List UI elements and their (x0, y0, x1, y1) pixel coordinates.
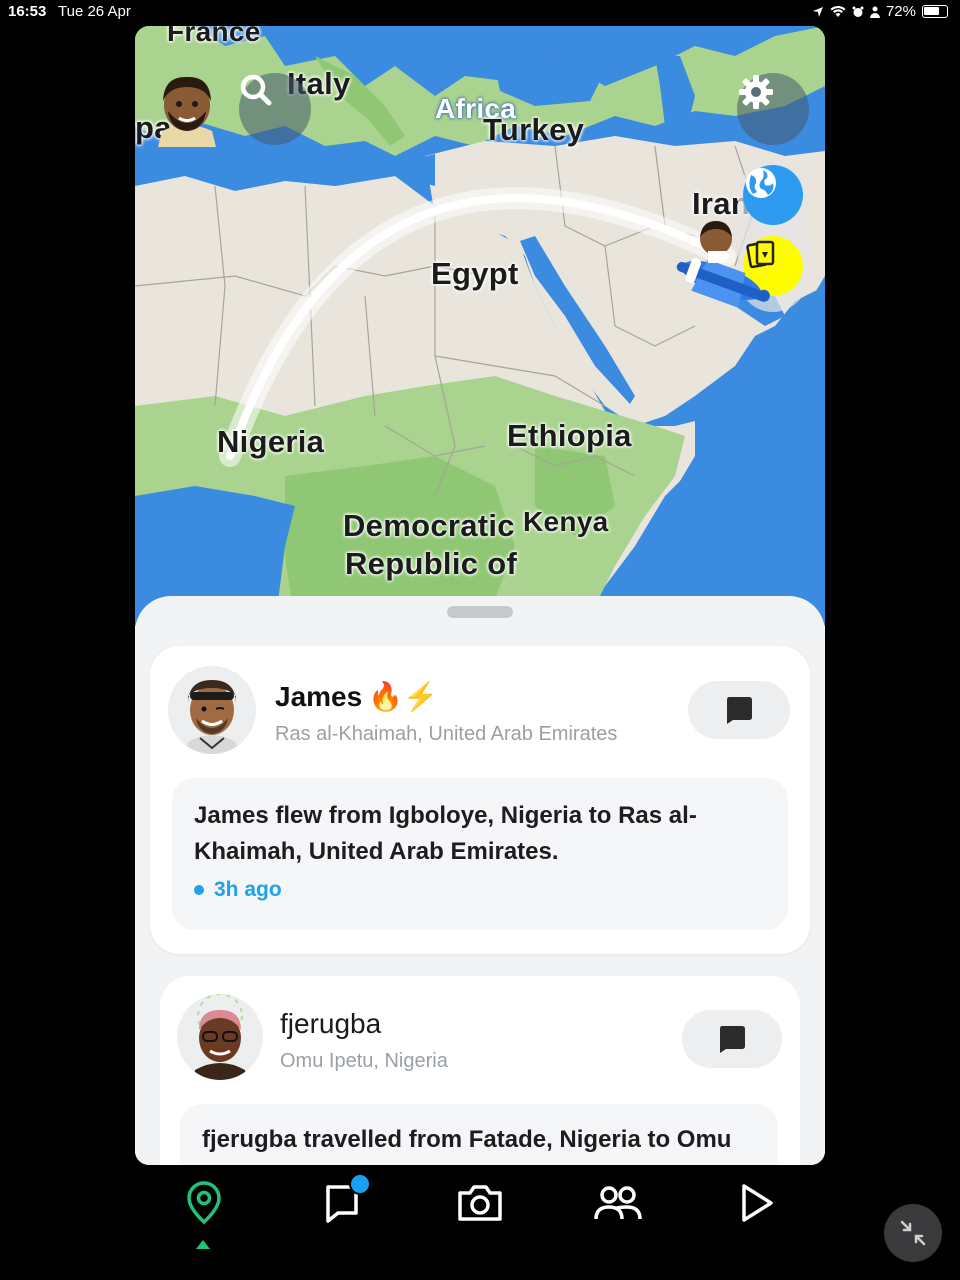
status-icons: 72% (812, 3, 948, 20)
friend-avatar[interactable] (168, 666, 256, 754)
nav-camera[interactable] (450, 1175, 510, 1231)
search-icon (240, 74, 272, 106)
map-view[interactable]: France Italy pai Africa Turkey Iran Egyp… (135, 26, 825, 626)
location-arrow-icon (812, 6, 823, 17)
collapse-arrows-icon (900, 1220, 926, 1246)
person-icon (869, 6, 880, 18)
status-time: 16:53 (8, 3, 47, 20)
friend-location: Omu Ipetu, Nigeria (280, 1050, 448, 1072)
friend-location: Ras al-Khaimah, United Arab Emirates (275, 723, 618, 745)
friend-emoji: 🔥⚡ (368, 681, 438, 712)
friend-avatar[interactable] (177, 994, 263, 1080)
chat-button[interactable] (682, 1010, 782, 1068)
time-ago: 3h ago (214, 878, 282, 901)
screen: 16:53 Tue 26 Apr 72% France Italy pai Af… (0, 0, 960, 1280)
friend-name: fjerugba (280, 1008, 382, 1039)
globe-icon (746, 168, 776, 198)
travel-story[interactable]: James flew from Igboloye, Nigeria to Ras… (172, 778, 788, 930)
map-label-nigeria: Nigeria (217, 424, 325, 459)
friend-name: James 🔥⚡ (275, 680, 438, 713)
friend-card[interactable]: James 🔥⚡ Ras al-Khaimah, United Arab Emir… (150, 646, 810, 954)
nav-friends[interactable] (588, 1175, 648, 1231)
gear-icon (739, 75, 773, 109)
new-dot (194, 885, 204, 895)
status-bar: 16:53 Tue 26 Apr 72% (0, 0, 960, 24)
map-label-drc-line2: Republic of (345, 546, 518, 581)
travel-story-time: 3h ago (194, 878, 282, 902)
chat-notification-badge (349, 1173, 371, 1195)
nav-spotlight[interactable] (726, 1175, 786, 1231)
chat-bubble-icon (720, 1026, 745, 1053)
friend-name-text: James (275, 681, 363, 712)
travel-story-text: fjerugba travelled from Fatade, Nigeria … (202, 1126, 732, 1153)
settings-button[interactable] (737, 73, 809, 145)
friend-card[interactable]: fjerugba Omu Ipetu, Nigeria fjerugba tra… (160, 976, 800, 1165)
map-label-drc-line1: Democratic (343, 508, 515, 543)
search-button[interactable] (239, 73, 311, 145)
map-label-egypt: Egypt (431, 256, 519, 291)
wifi-icon (830, 5, 846, 17)
map-label-ethiopia: Ethiopia (507, 418, 632, 453)
map-label-france: France (167, 26, 261, 47)
drag-handle[interactable] (447, 606, 513, 618)
play-icon (742, 1184, 773, 1222)
status-date: Tue 26 Apr (58, 3, 131, 20)
plane-bitmoji-marker[interactable] (670, 211, 780, 326)
camera-icon (458, 1185, 502, 1221)
map-label-kenya: Kenya (523, 506, 609, 537)
nav-map[interactable] (174, 1175, 234, 1231)
alarm-icon (852, 6, 864, 17)
map-pin-icon (187, 1181, 221, 1225)
chat-bubble-icon (727, 697, 752, 724)
travel-story-text: James flew from Igboloye, Nigeria to Ras… (194, 802, 697, 865)
my-bitmoji-avatar[interactable] (150, 71, 224, 147)
collapse-window-button[interactable] (884, 1204, 942, 1262)
snap-map-window: France Italy pai Africa Turkey Iran Egyp… (135, 26, 825, 1165)
map-label-turkey: Turkey (483, 112, 585, 147)
battery-percentage: 72% (885, 3, 916, 20)
friends-bottom-sheet[interactable]: James 🔥⚡ Ras al-Khaimah, United Arab Emir… (135, 596, 825, 1165)
travel-story[interactable]: fjerugba travelled from Fatade, Nigeria … (180, 1104, 778, 1165)
friends-icon (594, 1186, 642, 1220)
chat-button[interactable] (688, 681, 790, 739)
battery-icon (922, 5, 948, 18)
active-tab-indicator (196, 1240, 210, 1249)
